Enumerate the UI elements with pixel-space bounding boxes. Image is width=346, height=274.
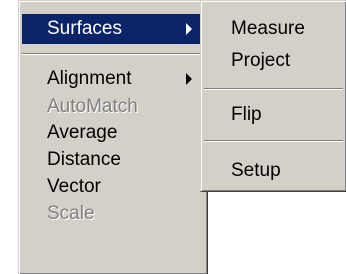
submenu-arrow-icon (186, 23, 192, 35)
submenu-item-setup[interactable]: Setup (204, 156, 344, 186)
menu-item-label: Vector (47, 176, 101, 197)
menu-item-label: Alignment (47, 68, 132, 89)
surfaces-submenu: Measure Project Flip Setup (200, 0, 346, 192)
menu-item-label: Project (231, 50, 291, 71)
menu-separator (204, 140, 343, 142)
submenu-item-flip[interactable]: Flip (204, 100, 344, 130)
menu-item-label: Surfaces (47, 18, 122, 39)
menu-item-label: Distance (47, 149, 121, 170)
menu-item-alignment[interactable]: Alignment (22, 64, 204, 94)
menu-item-vector[interactable]: Vector (22, 172, 204, 202)
menu-separator (22, 53, 204, 55)
menu-item-label: Setup (231, 160, 281, 181)
menu-item-label: Scale (47, 203, 95, 224)
menu-item-label: Average (47, 122, 118, 143)
menu-item-label: Measure (231, 18, 305, 39)
main-menu: Surfaces Alignment AutoMatch Average Dis… (18, 0, 208, 274)
submenu-item-project[interactable]: Project (204, 46, 344, 76)
menu-item-average[interactable]: Average (22, 118, 204, 148)
menu-item-scale: Scale (22, 199, 204, 229)
menu-item-surfaces[interactable]: Surfaces (22, 14, 204, 44)
submenu-arrow-icon (186, 73, 192, 85)
submenu-item-measure[interactable]: Measure (204, 14, 344, 44)
menu-item-label: Flip (231, 104, 262, 125)
menu-item-distance[interactable]: Distance (22, 145, 204, 175)
menu-separator (204, 88, 343, 90)
